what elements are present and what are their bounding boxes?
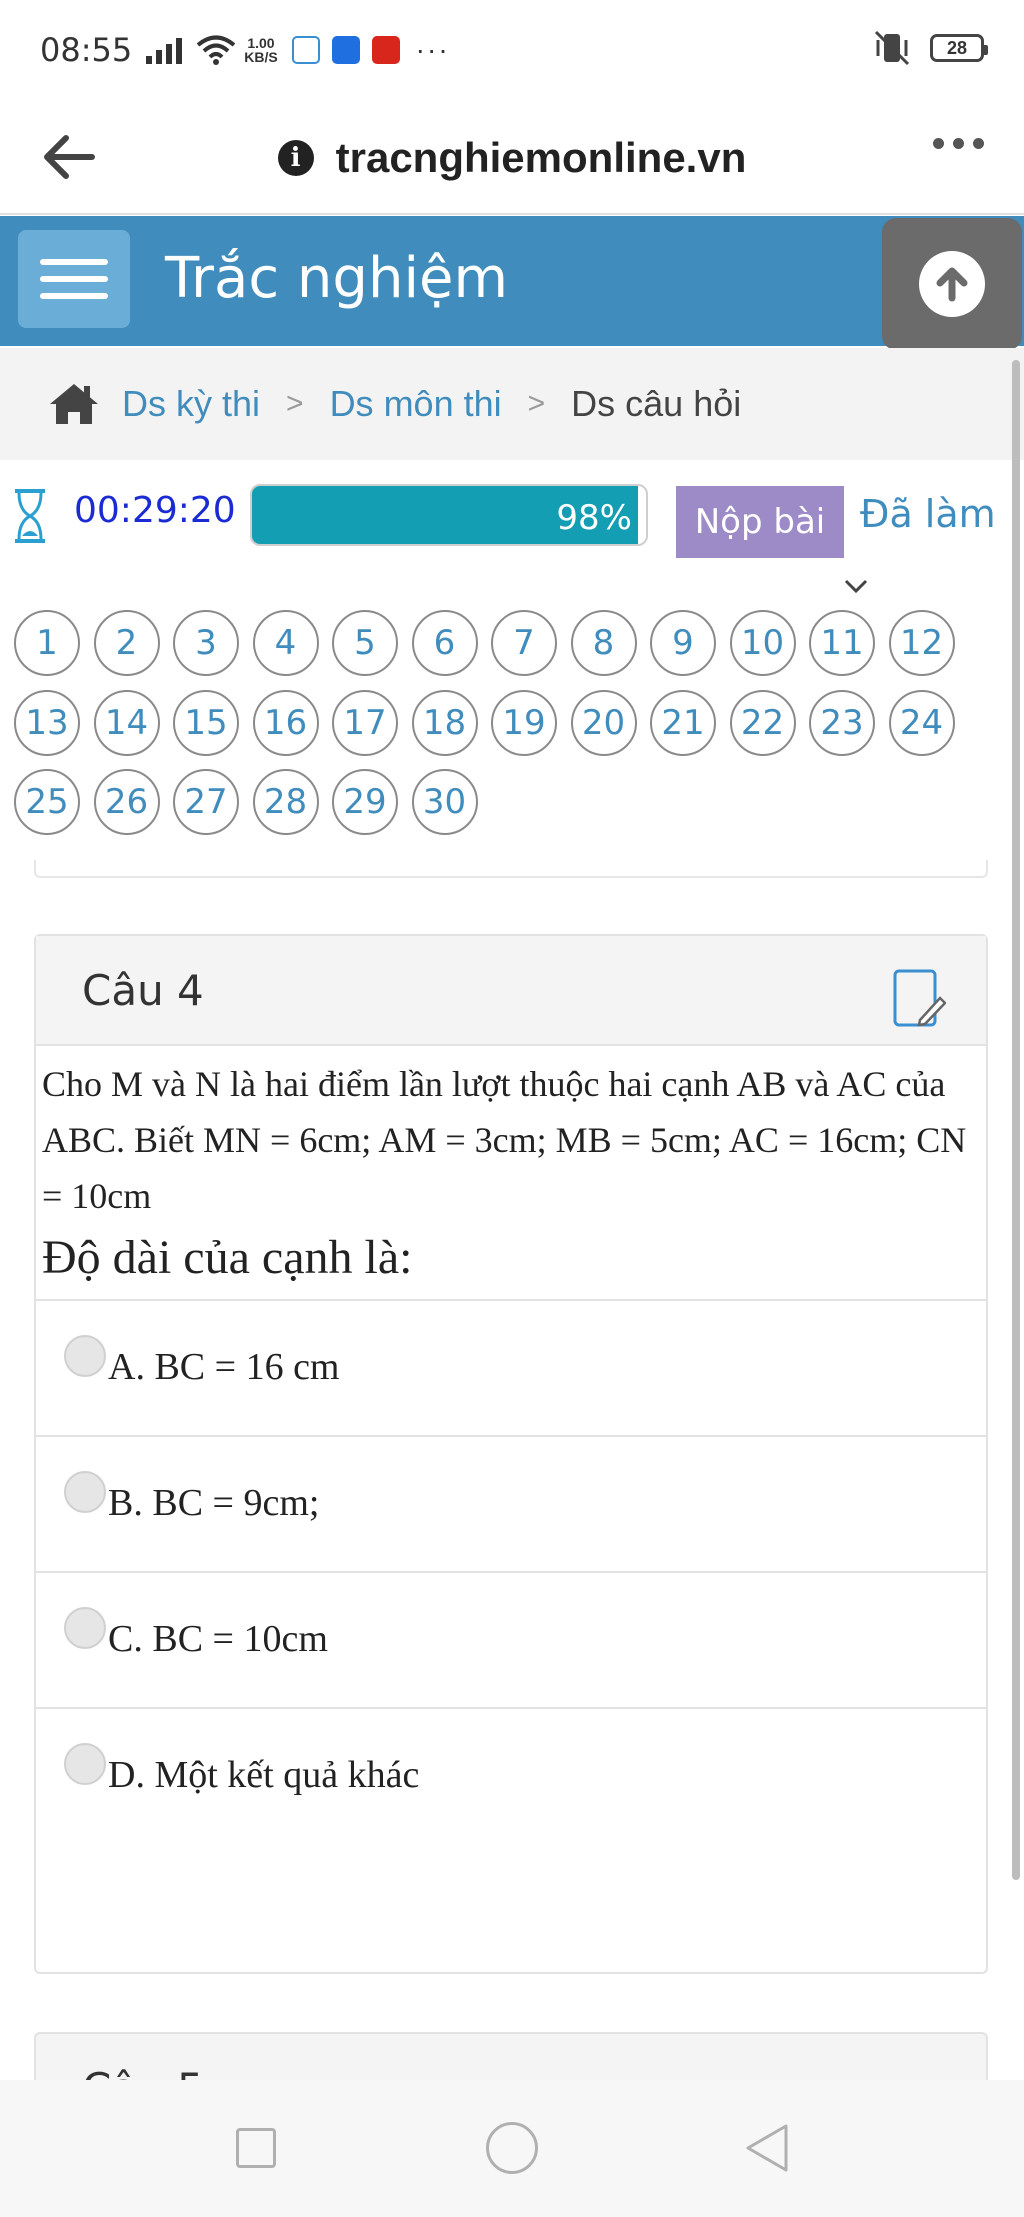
answer-option-d[interactable]: D. Một kết quả khác xyxy=(36,1707,986,1843)
question-number-25[interactable]: 25 xyxy=(14,769,80,835)
progress-label: 98% xyxy=(556,498,632,538)
question-number-11[interactable]: 11 xyxy=(809,610,875,676)
battery-icon: 28 xyxy=(930,34,988,62)
radio-button[interactable] xyxy=(64,1335,106,1377)
question-number-29[interactable]: 29 xyxy=(332,769,398,835)
question-number-22[interactable]: 22 xyxy=(729,689,796,756)
more-notifications-icon: ··· xyxy=(415,34,450,65)
countdown-timer: 00:29:20 xyxy=(74,490,236,531)
network-speed: 1.00 KB/S xyxy=(244,36,277,64)
question-number-15[interactable]: 15 xyxy=(173,689,239,756)
back-triangle-icon[interactable] xyxy=(744,2122,790,2174)
question-number-3[interactable]: 3 xyxy=(173,610,239,676)
system-navigation-bar xyxy=(0,2080,1024,2217)
question-number-10[interactable]: 10 xyxy=(729,610,796,676)
question-number-17[interactable]: 17 xyxy=(332,689,398,756)
question-header: Câu 4 xyxy=(36,936,986,1046)
mute-vibrate-icon xyxy=(874,30,910,66)
signal-icon xyxy=(146,36,183,64)
home-button-icon[interactable] xyxy=(486,2122,538,2174)
page-scrollbar[interactable] xyxy=(1012,360,1020,1880)
note-edit-icon[interactable] xyxy=(892,968,946,1028)
navigator-panel-border xyxy=(34,860,988,878)
site-header: Trắc nghiệm xyxy=(0,216,1024,346)
option-label: B. BC = 9cm; xyxy=(108,1482,320,1524)
question-number-28[interactable]: 28 xyxy=(252,769,319,835)
home-icon[interactable] xyxy=(48,382,100,426)
question-number-12[interactable]: 12 xyxy=(888,610,955,676)
recent-apps-icon[interactable] xyxy=(236,2128,276,2168)
chevron-down-icon[interactable] xyxy=(843,578,869,594)
url-text: tracnghiemonline.vn xyxy=(335,133,747,181)
progress-bar: 98% xyxy=(250,484,648,546)
menu-icon[interactable] xyxy=(18,230,130,328)
question-title: Câu 4 xyxy=(82,966,204,1015)
hourglass-icon xyxy=(15,489,45,543)
answer-option-b[interactable]: B. BC = 9cm; xyxy=(36,1435,986,1571)
breadcrumb-separator: > xyxy=(527,387,546,420)
question-number-23[interactable]: 23 xyxy=(809,689,875,756)
question-number-19[interactable]: 19 xyxy=(491,689,557,756)
browser-toolbar: i tracnghiemonline.vn xyxy=(0,100,1024,215)
radio-button[interactable] xyxy=(64,1471,106,1513)
option-label: A. BC = 16 cm xyxy=(108,1346,340,1388)
question-number-6[interactable]: 6 xyxy=(411,610,478,676)
zalo-notification-icon xyxy=(331,36,360,64)
question-number-26[interactable]: 26 xyxy=(93,769,160,835)
option-label: D. Một kết quả khác xyxy=(108,1754,420,1796)
news-notification-icon xyxy=(371,36,400,64)
exam-toolbar: 00:29:20 98% Nộp bài Đã làm : xyxy=(0,460,1024,570)
address-bar[interactable]: i tracnghiemonline.vn xyxy=(0,100,1024,215)
radio-button[interactable] xyxy=(64,1607,106,1649)
speed-unit: KB/S xyxy=(244,49,278,65)
app-notification-icon xyxy=(291,36,320,64)
question-number-27[interactable]: 27 xyxy=(173,769,239,835)
question-number-5[interactable]: 5 xyxy=(332,610,398,676)
question-number-9[interactable]: 9 xyxy=(650,610,716,676)
question-number-21[interactable]: 21 xyxy=(650,689,716,756)
submit-button[interactable]: Nộp bài xyxy=(676,486,844,558)
info-icon[interactable]: i xyxy=(277,139,314,176)
question-number-4[interactable]: 4 xyxy=(252,610,319,676)
question-number-18[interactable]: 18 xyxy=(411,689,478,756)
question-number-16[interactable]: 16 xyxy=(252,689,319,756)
breadcrumb-exam-list[interactable]: Ds kỳ thi xyxy=(122,383,260,425)
question-card: Câu 4 Cho M và N là hai điểm lần lượt th… xyxy=(34,934,988,1974)
breadcrumb: Ds kỳ thi > Ds môn thi > Ds câu hỏi xyxy=(0,348,1024,460)
radio-button[interactable] xyxy=(64,1743,106,1785)
answer-option-a[interactable]: A. BC = 16 cm xyxy=(36,1299,986,1435)
question-number-8[interactable]: 8 xyxy=(570,610,637,676)
more-options-icon[interactable] xyxy=(933,138,984,149)
answered-count-label[interactable]: Đã làm : xyxy=(860,492,1021,536)
question-text: Cho M và N là hai điểm lần lượt thuộc ha… xyxy=(42,1064,967,1216)
question-number-30[interactable]: 30 xyxy=(411,769,478,835)
site-title[interactable]: Trắc nghiệm xyxy=(165,246,508,311)
breadcrumb-question-list: Ds câu hỏi xyxy=(571,383,742,424)
question-number-13[interactable]: 13 xyxy=(14,689,80,756)
question-prompt: Độ dài của cạnh là: xyxy=(42,1231,413,1284)
question-number-7[interactable]: 7 xyxy=(491,610,557,676)
breadcrumb-subject-list[interactable]: Ds môn thi xyxy=(330,383,502,425)
breadcrumb-separator: > xyxy=(286,387,304,420)
question-number-14[interactable]: 14 xyxy=(93,689,160,756)
status-time: 08:55 xyxy=(40,31,133,69)
question-number-1[interactable]: 1 xyxy=(14,610,80,676)
question-number-24[interactable]: 24 xyxy=(888,689,955,756)
scroll-to-top-button[interactable] xyxy=(882,218,1022,350)
question-number-20[interactable]: 20 xyxy=(570,689,637,756)
option-label: C. BC = 10cm xyxy=(108,1618,328,1660)
answer-option-c[interactable]: C. BC = 10cm xyxy=(36,1571,986,1707)
status-bar: 08:55 1.00 KB/S ··· 28 xyxy=(0,0,1024,100)
arrow-up-icon xyxy=(919,251,985,317)
question-number-2[interactable]: 2 xyxy=(93,610,160,676)
wifi-icon xyxy=(196,35,236,65)
